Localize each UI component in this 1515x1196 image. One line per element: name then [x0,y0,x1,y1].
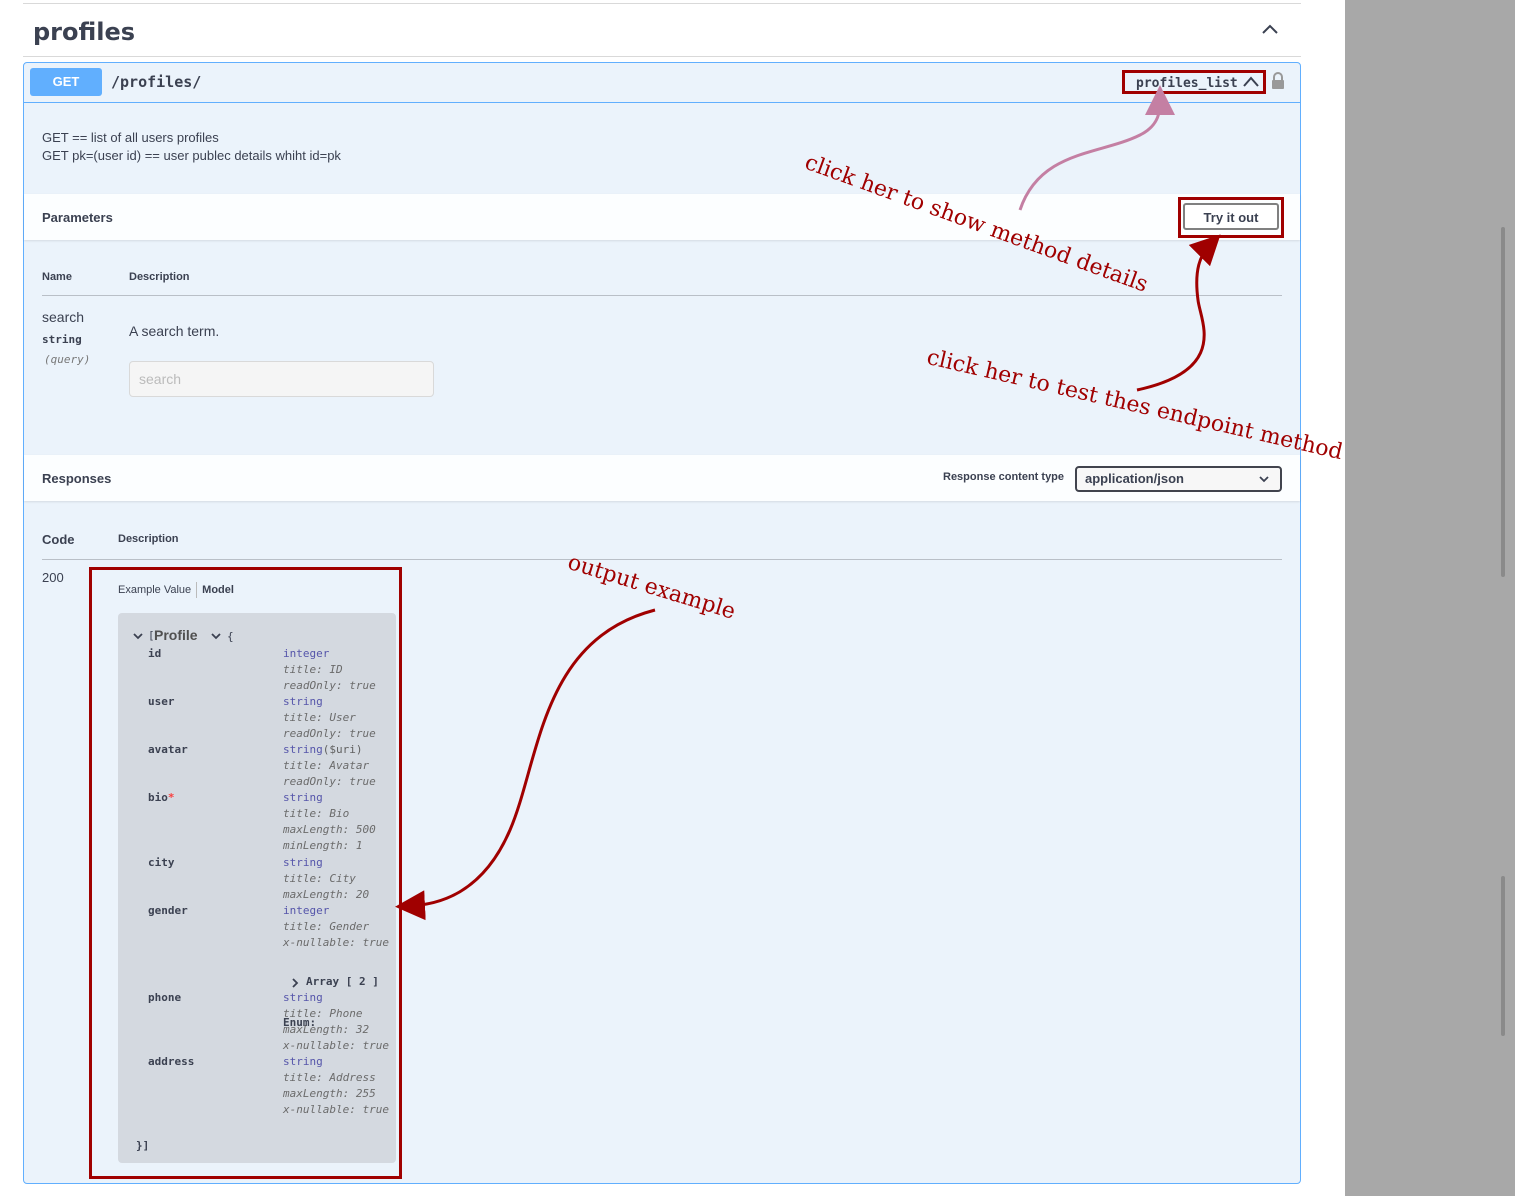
description-line: GET pk=(user id) == user publec details … [42,148,341,163]
tag-section-header[interactable]: profiles [23,6,1301,57]
param-name: search [42,309,85,325]
operation-id-toggle[interactable]: profiles_list [1122,70,1266,94]
description-line: GET == list of all users profiles [42,130,219,145]
column-header-name: Name [42,271,72,283]
method-badge: GET [30,68,102,96]
divider [23,3,1301,4]
scrollbar-thumb[interactable] [1501,227,1505,577]
divider [42,559,1282,560]
param-type: string [42,333,82,346]
content-type-label: Response content type [943,471,1065,483]
operation-summary[interactable]: GET /profiles/ profiles_list [24,63,1300,103]
section-title: profiles [33,18,136,46]
operation-path: /profiles/ [111,73,202,91]
model-highlight-box [89,567,402,1179]
responses-title: Responses [42,471,112,486]
parameters-header: Parameters Try it out [24,194,1300,240]
scrollbar-track[interactable] [1506,0,1515,1196]
column-header-code: Code [42,532,75,547]
try-it-out-highlight: Try it out [1178,197,1284,238]
content-type-value: application/json [1085,471,1184,486]
operation-description: GET == list of all users profiles GET pk… [42,129,341,165]
divider [42,295,1282,296]
operation-id: profiles_list [1136,76,1238,91]
chevron-up-icon[interactable] [1261,22,1279,36]
parameters-title: Parameters [42,210,113,225]
response-code: 200 [42,570,64,585]
chevron-down-icon [1259,476,1269,483]
scrollbar-thumb-lower[interactable] [1501,876,1505,1036]
content-type-select[interactable]: application/json [1075,466,1282,492]
chevron-up-icon [1243,76,1259,87]
param-description: A search term. [129,323,220,339]
column-header-description: Description [129,271,190,283]
page-gutter [1345,0,1515,1196]
param-location: (query) [44,353,91,366]
search-input-wrapper [129,361,434,397]
column-header-description: Description [118,533,179,545]
search-input[interactable] [130,362,421,396]
responses-header: Responses Response content type applicat… [24,455,1300,501]
try-it-out-button[interactable]: Try it out [1183,203,1279,230]
lock-icon[interactable] [1271,72,1285,90]
operation-block: GET /profiles/ profiles_list GET == list… [23,62,1301,1184]
